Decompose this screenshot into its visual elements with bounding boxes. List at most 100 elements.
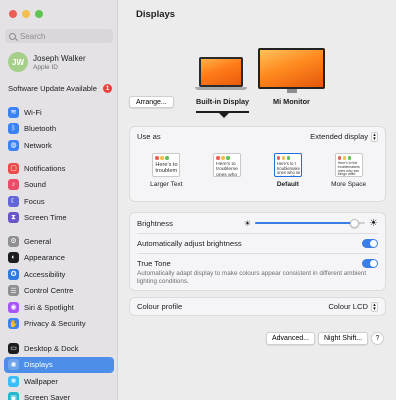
resolution-preview: Here's to troubleme ones who [213, 153, 242, 177]
sidebar-item-screen-time[interactable]: ⧗ Screen Time [4, 210, 114, 227]
mi-monitor-label[interactable]: Mi Monitor [273, 97, 310, 106]
resolution-option[interactable]: Here's to the troublemakers ones who see… [323, 153, 375, 188]
sidebar-item-label: Siri & Spotlight [24, 302, 74, 312]
notifications-icon: ▢ [8, 162, 19, 174]
sidebar-item-label: Displays [24, 360, 53, 370]
resolution-option[interactable]: Here's to t troublemake ones who se thin… [262, 153, 314, 188]
night-shift-button[interactable]: Night Shift... [318, 332, 369, 345]
resolution-preview-text: Here's to t troublemake ones who se thin… [276, 161, 301, 176]
minimize-window-button[interactable] [22, 10, 30, 18]
page-title: Displays [136, 9, 176, 20]
colour-profile-popup[interactable]: Colour LCD ▲ ▼ [328, 301, 378, 312]
auto-brightness-label: Automatically adjust brightness [137, 239, 242, 248]
sidebar-item-desktop-dock[interactable]: ▭ Desktop & Dock [4, 340, 114, 357]
search-field[interactable] [5, 29, 113, 43]
wallpaper-icon: ❀ [8, 375, 19, 387]
control-centre-icon: ☰ [8, 285, 19, 297]
sidebar-item-gear[interactable]: ⚙ General [4, 233, 114, 250]
search-icon [9, 32, 16, 40]
sidebar-item-wallpaper[interactable]: ❀ Wallpaper [4, 373, 114, 390]
use-as-popup[interactable]: Extended display ▲ ▼ [310, 131, 378, 142]
screen-time-icon: ⧗ [8, 212, 19, 224]
account-subtitle: Apple ID [33, 63, 58, 71]
sidebar-item-privacy[interactable]: ✋ Privacy & Security [4, 316, 114, 333]
sidebar-item-accessibility[interactable]: ✪ Accessibility [4, 266, 114, 283]
zoom-window-button[interactable] [35, 10, 43, 18]
sidebar-item-notifications[interactable]: ▢ Notifications [4, 160, 114, 177]
built-in-display-thumbnail[interactable] [195, 57, 247, 90]
wifi-icon: ≋ [8, 106, 19, 118]
displays-icon: ✺ [8, 359, 19, 371]
focus-icon: ☾ [8, 195, 19, 207]
avatar: JW [8, 52, 28, 72]
sidebar-item-network[interactable]: ◍ Network [4, 137, 114, 154]
resolution-preview: Here's to troublem [152, 153, 181, 177]
sidebar-item-label: Wi-Fi [24, 107, 42, 117]
sidebar-item-label: Bluetooth [24, 124, 57, 134]
advanced-button[interactable]: Advanced... [266, 332, 315, 345]
resolution-option-label: Larger Text [150, 181, 183, 188]
brightness-slider-knob[interactable] [349, 218, 359, 228]
true-tone-label: True Tone [137, 258, 171, 268]
account-name: Joseph Walker [33, 53, 86, 63]
auto-brightness-toggle[interactable] [362, 239, 378, 248]
sun-large-icon: ☀ [369, 217, 378, 229]
chevron-updown-icon: ▲ ▼ [371, 131, 378, 142]
resolution-option-label: More Space [331, 181, 367, 188]
resolution-preview: Here's to t troublemake ones who se thin… [273, 153, 302, 177]
window-controls [9, 10, 43, 18]
help-button[interactable]: ? [371, 332, 384, 345]
sidebar-item-label: Wallpaper [24, 376, 58, 386]
bluetooth-icon: ᛒ [8, 123, 19, 135]
resolution-preview-text: Here's to troublem [155, 162, 178, 175]
desktop-dock-icon: ▭ [8, 342, 19, 354]
screen-saver-icon: ▣ [8, 392, 19, 400]
sidebar-item-label: Screen Time [24, 213, 67, 223]
colour-profile-value: Colour LCD [328, 302, 368, 311]
sidebar-item-appearance[interactable]: ◐ Appearance [4, 250, 114, 267]
colour-profile-label: Colour profile [137, 302, 183, 311]
sound-icon: ♪ [8, 179, 19, 191]
resolution-preview: Here's to the troublemakers ones who see… [334, 153, 363, 177]
sidebar-item-wifi[interactable]: ≋ Wi-Fi [4, 104, 114, 121]
brightness-slider[interactable] [255, 218, 366, 228]
sun-small-icon: ☀ [243, 218, 252, 228]
sidebar-item-label: Sound [24, 180, 46, 190]
sidebar-item-bluetooth[interactable]: ᛒ Bluetooth [4, 121, 114, 138]
software-update-label: Software Update Available [8, 84, 97, 93]
sidebar-item-sound[interactable]: ♪ Sound [4, 177, 114, 194]
colour-profile-card: Colour profile Colour LCD ▲ ▼ [129, 297, 386, 316]
use-as-label: Use as [137, 132, 161, 141]
software-update-item[interactable]: Software Update Available 1 [8, 84, 112, 93]
update-count-badge: 1 [103, 84, 112, 93]
use-as-value: Extended display [310, 132, 368, 141]
sidebar-item-siri[interactable]: ◉ Siri & Spotlight [4, 299, 114, 316]
sidebar-item-screen-saver[interactable]: ▣ Screen Saver [4, 390, 114, 400]
resolution-option[interactable]: Here's to troublem Larger Text [140, 153, 192, 188]
true-tone-toggle[interactable] [362, 258, 378, 268]
apple-id-account[interactable]: JW Joseph Walker Apple ID [8, 52, 86, 72]
close-window-button[interactable] [9, 10, 17, 18]
resolution-option[interactable]: Here's to troubleme ones who [201, 153, 253, 188]
sidebar-item-focus[interactable]: ☾ Focus [4, 193, 114, 210]
chevron-updown-icon: ▲ ▼ [371, 301, 378, 312]
sidebar-item-label: Network [24, 140, 52, 150]
sidebar-item-label: Privacy & Security [24, 319, 86, 329]
sidebar-item-label: Screen Saver [24, 393, 71, 400]
sidebar-item-label: Accessibility [24, 269, 66, 279]
arrange-button[interactable]: Arrange... [129, 96, 174, 108]
sidebar-item-label: Focus [24, 196, 45, 206]
mi-monitor-thumbnail[interactable] [258, 48, 325, 93]
built-in-display-label[interactable]: Built-in Display [196, 97, 249, 106]
sidebar-item-label: Notifications [24, 163, 66, 173]
resolution-preview-text: Here's to troubleme ones who [216, 162, 238, 177]
sidebar-item-displays[interactable]: ✺ Displays [4, 356, 114, 373]
siri-icon: ◉ [8, 301, 19, 313]
search-input[interactable] [20, 31, 105, 41]
appearance-icon: ◐ [8, 252, 19, 264]
network-icon: ◍ [8, 139, 19, 151]
selected-display-notch [219, 113, 229, 118]
sidebar-item-label: Appearance [24, 253, 65, 263]
privacy-icon: ✋ [8, 318, 19, 330]
sidebar-item-control-centre[interactable]: ☰ Control Centre [4, 283, 114, 300]
